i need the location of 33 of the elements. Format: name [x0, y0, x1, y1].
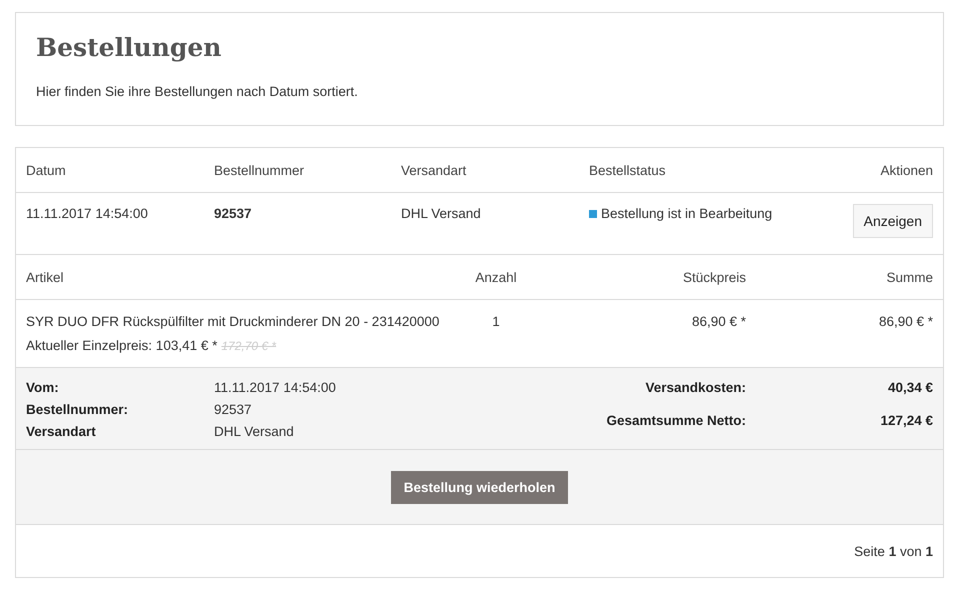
pagination-text: Seite 1 von 1 [854, 544, 933, 558]
table-cell-text: 11.11.2017 14:54:00 [25, 206, 149, 221]
status-text: Bestellung ist in Bearbeitung [601, 206, 772, 221]
summary-label: Vom: [26, 380, 60, 395]
column-header: Datum [25, 162, 67, 178]
column-header: Stückpreis [682, 270, 747, 284]
repeat-order-button[interactable]: Bestellung wiederholen [390, 470, 568, 504]
table-cell-text: 92537 [213, 206, 253, 221]
summary-value: 127,24 € [879, 413, 933, 430]
column-header: Artikel [25, 270, 65, 284]
column-header: Versandart [400, 162, 468, 178]
summary-value: 40,34 € [886, 380, 933, 397]
column-header: Aktionen [879, 162, 934, 178]
table-cell-text: DHL Versand [400, 206, 482, 221]
product-name: SYR DUO DFR Rückspülfilter mit Druckminderer DN 20 - 231420000 [26, 314, 440, 329]
table-cell-text: 86,90 € * [878, 314, 934, 329]
column-header: Bestellnummer [213, 162, 306, 178]
summary-label: Bestellnummer: [26, 402, 130, 417]
summary-value: DHL Versand [214, 424, 295, 439]
show-button[interactable]: Anzeigen [852, 204, 933, 238]
summary-label: Versandkosten: [644, 380, 746, 397]
column-header: Anzahl [474, 270, 518, 284]
column-header: Bestellstatus [588, 162, 667, 178]
column-header: Summe [885, 270, 934, 284]
summary-value: 92537 [214, 402, 253, 417]
summary-label: Gesamtsumme Netto: [606, 413, 746, 430]
table-cell-text: 1 [491, 314, 501, 329]
summary-label: Versandart [26, 424, 97, 439]
page-title: Bestellungen [36, 33, 222, 62]
table-cell-text: 86,90 € * [690, 314, 747, 329]
page-description: Hier finden Sie ihre Bestellungen nach Datum sortiert. [36, 84, 359, 99]
summary-value: 11.11.2017 14:54:00 [214, 380, 336, 395]
current-price: Aktueller Einzelpreis: 103,41 € * [26, 338, 218, 353]
